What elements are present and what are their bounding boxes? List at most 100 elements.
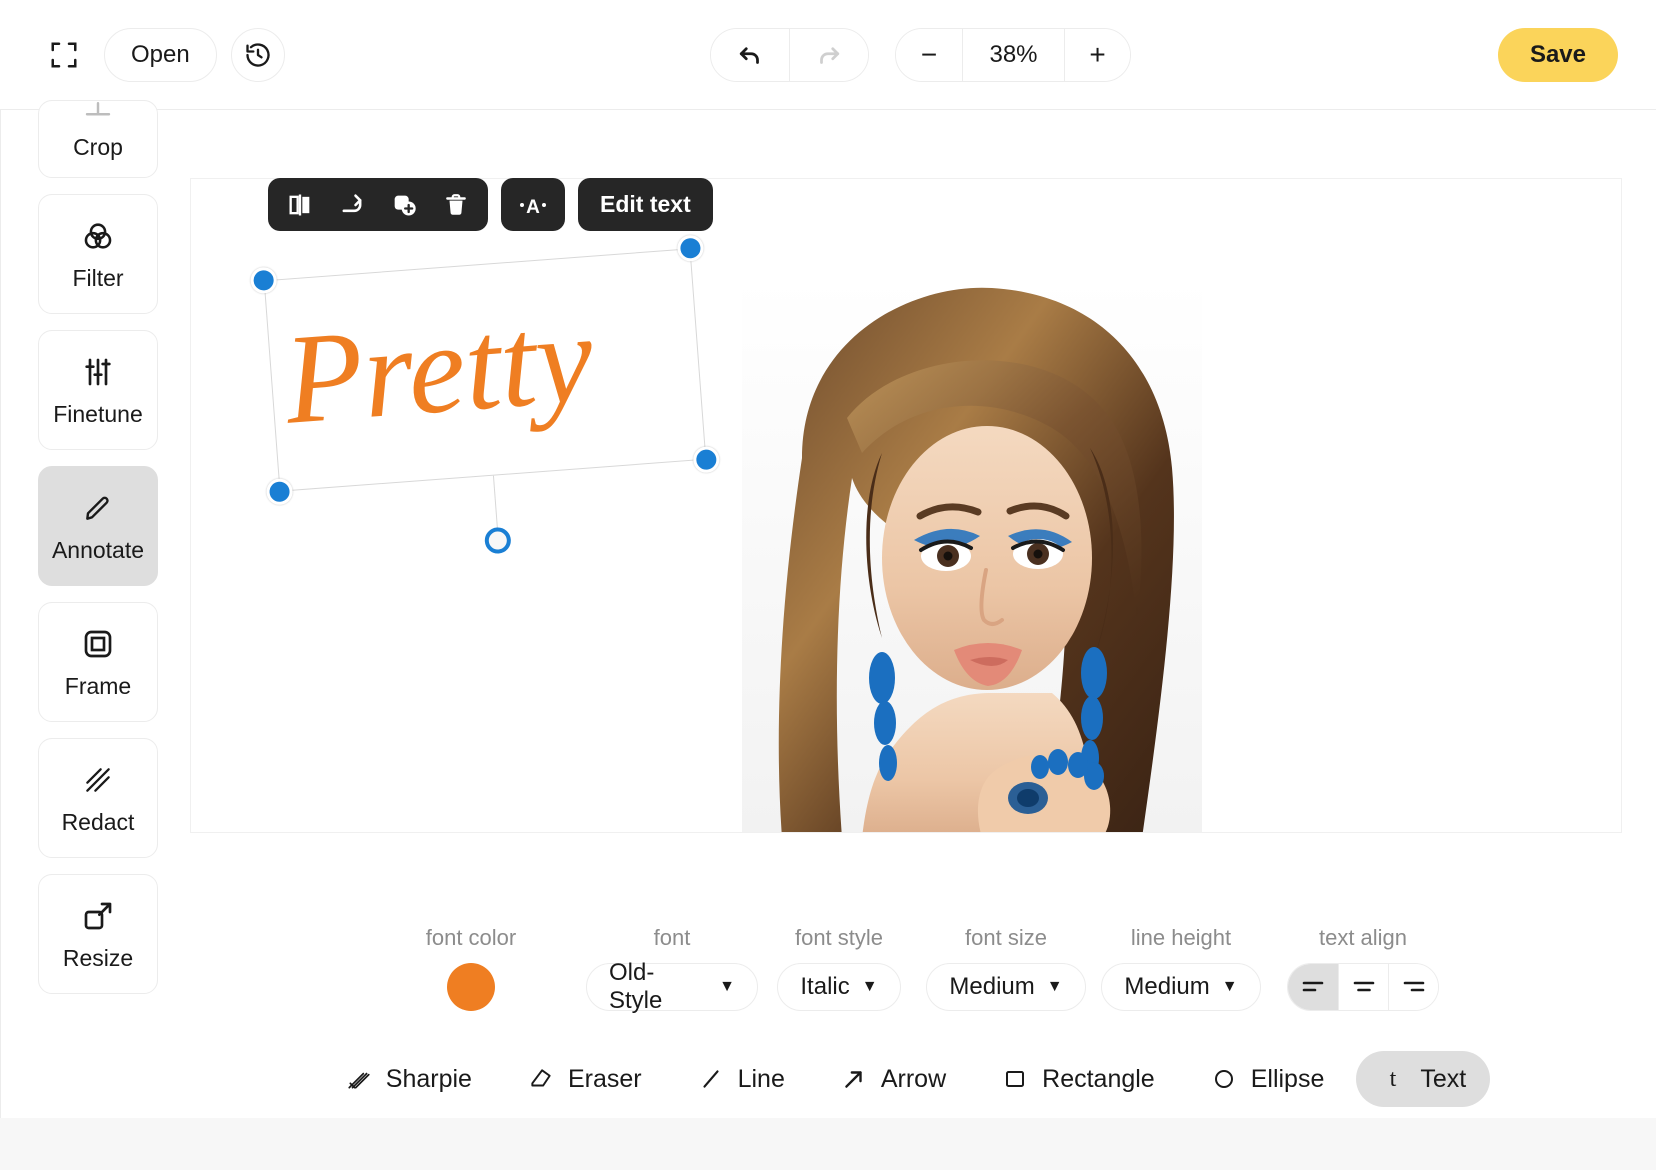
fullscreen-button[interactable] <box>38 29 90 81</box>
zoom-out-button[interactable]: − <box>896 29 962 81</box>
font-style-label: font style <box>794 925 884 950</box>
undo-button[interactable] <box>711 29 789 81</box>
sidebar-item-annotate-label: Annotate <box>51 536 145 563</box>
delete-button[interactable] <box>434 183 478 227</box>
align-center-icon <box>1353 981 1374 992</box>
sidebar-item-resize[interactable]: Resize <box>38 874 158 994</box>
top-toolbar: Open − 38% + Save <box>0 0 1656 110</box>
portrait-photo-illustration <box>742 278 1202 832</box>
chevron-down-icon: ▼ <box>719 978 735 995</box>
rotate-handle[interactable] <box>483 526 512 555</box>
font-size-dropdown-value: Medium <box>949 973 1035 1000</box>
sidebar-item-crop[interactable]: Crop <box>38 100 158 178</box>
sidebar-item-resize-label: Resize <box>62 944 134 971</box>
image-editor-app: Open − 38% + Save Crop Filter Finetune A… <box>0 0 1656 1170</box>
font-color-option: font color <box>356 925 586 1011</box>
history-icon <box>246 43 270 67</box>
zoom-in-button[interactable]: + <box>1064 29 1130 81</box>
sidebar-item-annotate[interactable]: Annotate <box>38 466 158 586</box>
tool-sharpie-label: Sharpie <box>385 1064 472 1093</box>
font-option: font Old-Style ▼ <box>586 925 758 1014</box>
object-actions-group <box>268 178 488 231</box>
line-height-option: line height Medium ▼ <box>1092 925 1270 1011</box>
text-object-selection[interactable]: Pretty <box>249 234 721 555</box>
line-height-dropdown[interactable]: Medium ▼ <box>1101 963 1261 1011</box>
font-dropdown-value: Old-Style <box>609 959 663 1014</box>
tool-ellipse-label: Ellipse <box>1250 1064 1325 1093</box>
tool-text-label: Text <box>1420 1064 1467 1093</box>
topbar-center-group: − 38% + <box>710 28 1131 82</box>
edited-photo <box>742 278 1202 832</box>
tool-text[interactable]: t Text <box>1356 1051 1491 1107</box>
redo-icon <box>820 47 840 64</box>
tool-ellipse[interactable]: Ellipse <box>1187 1051 1349 1107</box>
eraser-icon <box>528 1066 554 1092</box>
font-label: font <box>653 925 691 950</box>
open-button[interactable]: Open <box>104 28 217 82</box>
font-color-label: font color <box>425 925 517 950</box>
redo-button[interactable] <box>789 29 868 81</box>
align-right-icon <box>1403 981 1424 992</box>
align-left-button[interactable] <box>1288 964 1338 1010</box>
open-button-label: Open <box>131 41 190 68</box>
tool-sharpie[interactable]: Sharpie <box>322 1051 496 1107</box>
left-sidebar: Crop Filter Finetune Annotate Frame Reda… <box>38 100 160 1040</box>
font-options-group: A <box>501 178 565 231</box>
font-button[interactable]: A <box>511 183 555 227</box>
tool-arrow[interactable]: Arrow <box>817 1051 970 1107</box>
redact-icon <box>79 761 117 799</box>
history-button[interactable] <box>230 28 285 82</box>
chevron-down-icon: ▼ <box>1046 978 1063 995</box>
text-options-bar: font color font Old-Style ▼ font style I… <box>190 925 1622 1045</box>
sidebar-item-filter-label: Filter <box>72 264 124 291</box>
zoom-level-value: 38% <box>989 41 1038 68</box>
text-align-option: text align <box>1270 925 1456 1011</box>
font-dropdown[interactable]: Old-Style ▼ <box>586 959 758 1014</box>
edit-text-button[interactable]: Edit text <box>578 178 713 231</box>
chevron-down-icon: ▼ <box>1221 978 1238 995</box>
rectangle-icon <box>1002 1066 1028 1092</box>
zoom-out-label: − <box>920 39 938 70</box>
align-center-button[interactable] <box>1338 964 1388 1010</box>
tool-line[interactable]: Line <box>674 1051 809 1107</box>
svg-text:A: A <box>526 197 540 218</box>
svg-text:t: t <box>1390 1066 1397 1092</box>
undo-icon <box>739 47 759 64</box>
zoom-group: − 38% + <box>895 28 1131 82</box>
font-letter-a-icon: A <box>520 197 546 218</box>
sidebar-item-redact[interactable]: Redact <box>38 738 158 858</box>
font-size-option: font size Medium ▼ <box>920 925 1092 1011</box>
flip-button[interactable] <box>278 183 322 227</box>
align-left-icon <box>1302 981 1324 992</box>
rotate-button[interactable] <box>330 183 374 227</box>
annotate-tools-bar: Sharpie Eraser Line Arrow Rectangle Elli… <box>190 1042 1622 1116</box>
duplicate-button[interactable] <box>382 183 426 227</box>
sidebar-item-finetune[interactable]: Finetune <box>38 330 158 450</box>
finetune-icon <box>79 353 117 391</box>
tool-eraser[interactable]: Eraser <box>504 1051 666 1107</box>
tool-arrow-label: Arrow <box>880 1064 947 1093</box>
undo-redo-group <box>710 28 869 82</box>
sharpie-icon <box>346 1066 372 1092</box>
canvas-text-pretty[interactable]: Pretty <box>280 282 598 455</box>
sidebar-item-crop-label: Crop <box>73 134 123 160</box>
zoom-in-label: + <box>1089 39 1106 70</box>
align-right-button[interactable] <box>1388 964 1438 1010</box>
text-align-label: text align <box>1318 925 1408 950</box>
sidebar-item-frame[interactable]: Frame <box>38 602 158 722</box>
sidebar-item-frame-label: Frame <box>64 672 132 699</box>
font-style-dropdown[interactable]: Italic ▼ <box>777 963 901 1011</box>
resize-handle-bottom-right[interactable] <box>692 445 721 474</box>
ellipse-icon <box>1211 1066 1237 1092</box>
save-button[interactable]: Save <box>1497 28 1618 82</box>
image-canvas[interactable]: Pretty <box>190 178 1622 833</box>
sidebar-item-filter[interactable]: Filter <box>38 194 158 314</box>
flip-horizontal-icon <box>289 194 310 215</box>
left-rail-divider <box>0 0 1 1118</box>
filter-icon <box>79 217 117 255</box>
chevron-down-icon: ▼ <box>861 978 878 995</box>
font-size-label: font size <box>965 925 1047 950</box>
font-size-dropdown[interactable]: Medium ▼ <box>926 963 1086 1011</box>
font-color-swatch[interactable] <box>447 963 495 1011</box>
tool-rectangle[interactable]: Rectangle <box>978 1051 1179 1107</box>
